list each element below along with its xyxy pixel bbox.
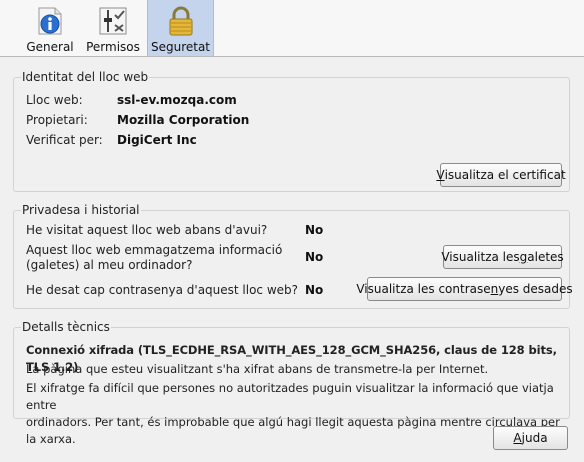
verifier-label: Verificat per: bbox=[26, 133, 103, 147]
website-value: ssl-ev.mozqa.com bbox=[117, 93, 237, 107]
encryption-explanation: El xifratge fa difícil que persones no a… bbox=[26, 381, 560, 446]
tab-general[interactable]: General bbox=[20, 0, 80, 56]
passwords-question: He desat cap contrasenya d'aquest lloc w… bbox=[26, 283, 299, 297]
tab-label: Permisos bbox=[86, 40, 140, 54]
view-passwords-button[interactable]: Visualitza les contrase n yes desades bbox=[356, 277, 573, 301]
padlock-icon bbox=[169, 6, 192, 36]
technical-title: Detalls tècnics bbox=[21, 320, 111, 334]
view-certificate-button[interactable]: Visualitza el certificat bbox=[436, 163, 566, 187]
permissions-icon bbox=[99, 7, 127, 35]
owner-label: Propietari: bbox=[26, 113, 88, 127]
tab-permissions[interactable]: Permisos bbox=[84, 0, 142, 56]
identity-title: Identitat del lloc web bbox=[21, 70, 150, 84]
technical-group: Detalls tècnics Connexió xifrada (TLS_EC… bbox=[13, 320, 570, 446]
help-button[interactable]: Ajuda bbox=[493, 426, 568, 450]
privacy-title: Privadesa i historial bbox=[21, 203, 141, 217]
owner-value: Mozilla Corporation bbox=[117, 113, 250, 127]
encryption-description: La pàgina que esteu visualitzant s'ha xi… bbox=[26, 362, 489, 376]
view-cookies-button[interactable]: Visualitza les g aletes bbox=[441, 245, 564, 269]
passwords-answer: No bbox=[305, 283, 324, 297]
privacy-group: Privadesa i historial He visitat aquest … bbox=[13, 203, 573, 309]
info-icon bbox=[38, 7, 62, 35]
cookies-answer: No bbox=[305, 250, 324, 264]
tab-security[interactable]: Seguretat bbox=[147, 0, 214, 56]
tab-label: Seguretat bbox=[150, 40, 211, 54]
visited-answer: No bbox=[305, 223, 324, 237]
cookies-question: Aquest lloc web emmagatzema informació (g… bbox=[26, 243, 283, 272]
website-label: Lloc web: bbox=[26, 93, 83, 107]
verifier-value: DigiCert Inc bbox=[117, 133, 197, 147]
tab-label: General bbox=[26, 40, 74, 54]
toolbar: General Permisos Seguretat bbox=[0, 0, 584, 57]
identity-group: Identitat del lloc web Lloc web: ssl-ev.… bbox=[13, 70, 570, 192]
visited-question: He visitat aquest lloc web abans d'avui? bbox=[26, 223, 268, 237]
